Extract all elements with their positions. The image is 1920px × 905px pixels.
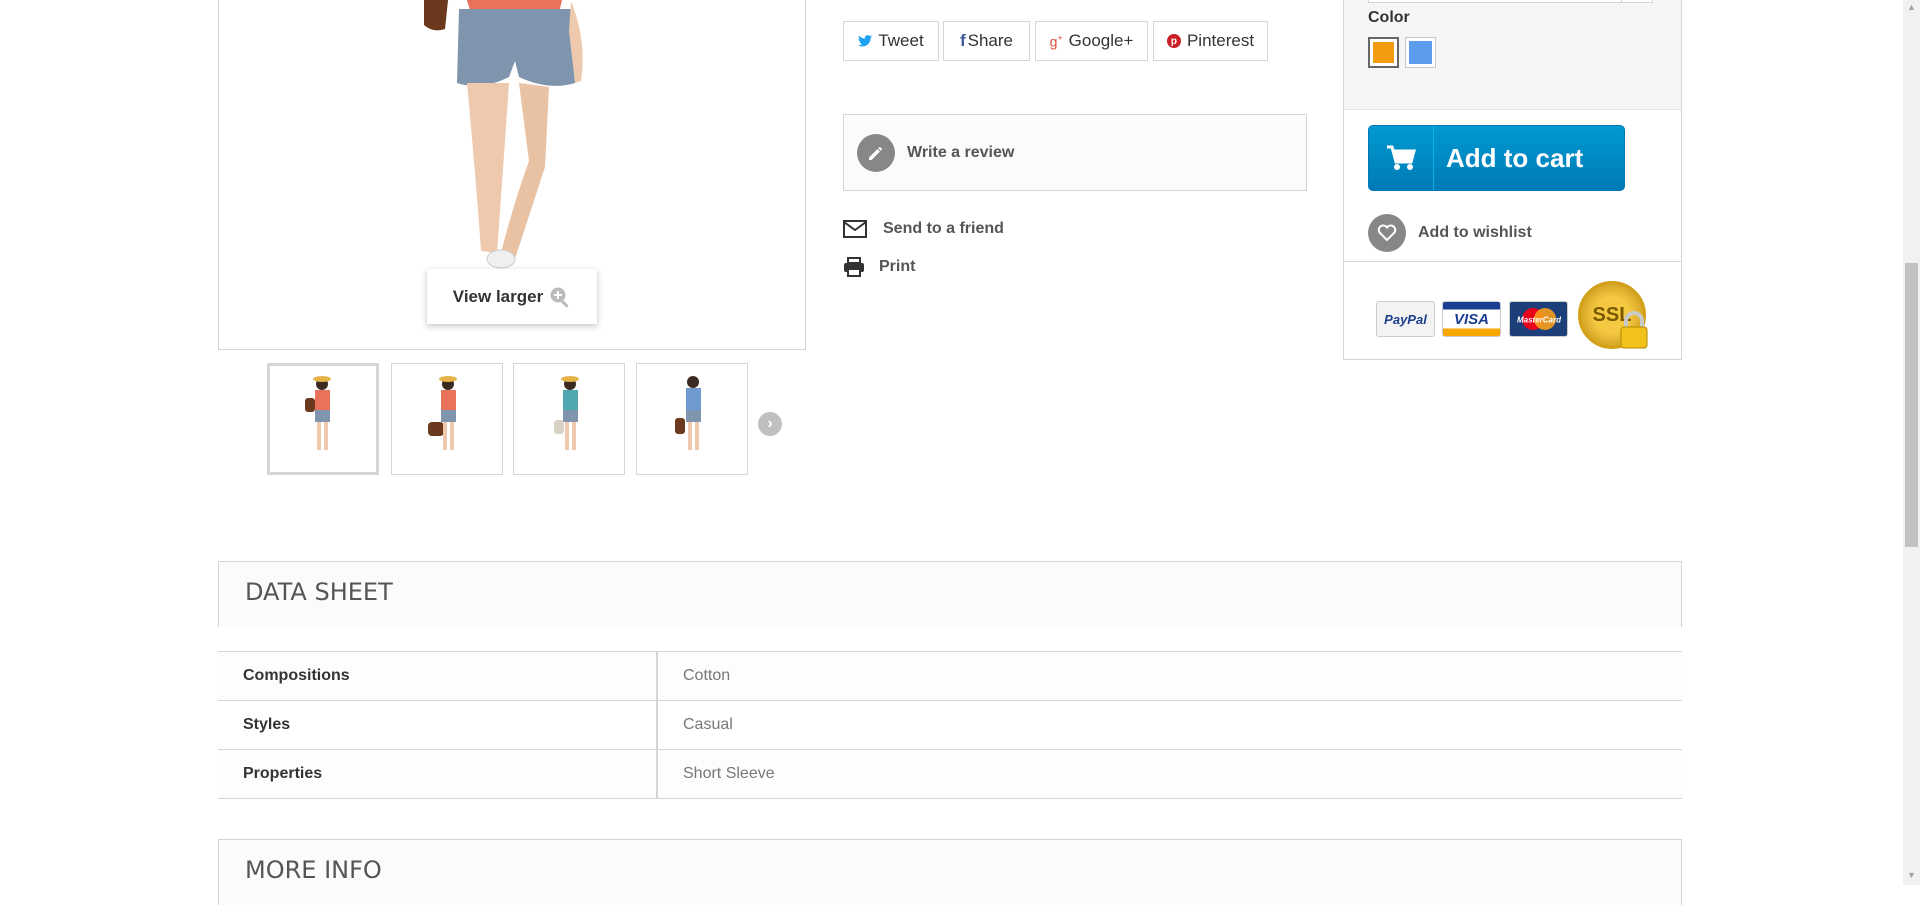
heart-icon [1368,214,1406,252]
lock-icon [1620,311,1648,349]
swatch-fill [1373,42,1394,63]
envelope-icon [843,220,867,238]
mastercard-circles: MasterCard [1516,308,1562,330]
scroll-down-arrow-icon[interactable]: ▼ [1905,870,1918,882]
paypal-logo: PayPal [1376,301,1435,337]
scrollbar-thumb[interactable] [1905,263,1918,547]
send-to-friend-link[interactable]: Send to a friend [843,220,1004,238]
visa-logo: VISA [1442,301,1501,337]
thumbnail-2[interactable] [391,363,503,475]
divider [1344,261,1681,262]
data-sheet-key: Styles [218,700,658,750]
chevron-right-icon: › [767,415,773,432]
print-link[interactable]: Print [843,257,915,277]
pinterest-button[interactable]: p Pinterest [1153,21,1268,61]
pinterest-label: Pinterest [1186,31,1255,50]
color-swatch-blue[interactable] [1405,37,1436,68]
cart-icon [1369,126,1434,190]
thumbnail-image [428,376,457,450]
google-plus-icon: g+ [1049,32,1063,50]
write-review-link[interactable]: Write a review [907,144,1014,162]
tweet-label: Tweet [878,31,924,50]
pencil-icon [857,133,895,172]
table-row: Compositions Cotton [218,651,1682,701]
quantity-select[interactable] [1368,0,1653,3]
data-sheet-value: Cotton [657,651,1682,701]
pinterest-icon: p [1166,34,1181,48]
share-label: Share [967,31,1014,50]
view-larger-label: View larger [452,286,544,306]
add-to-cart-label: Add to cart [1446,142,1584,173]
zoom-in-icon [550,287,569,308]
data-sheet-heading: DATA SHEET [218,561,1682,627]
data-sheet-table: Compositions Cotton Styles Casual Proper… [218,651,1682,799]
printer-icon [844,257,864,277]
facebook-icon: f [959,31,966,50]
paypal-label: PayPal [1384,311,1427,327]
table-row: Styles Casual [218,700,1682,750]
add-to-wishlist-label: Add to wishlist [1418,224,1532,241]
thumbnail-image [554,376,579,450]
visa-label: VISA [1453,310,1489,328]
add-to-wishlist-link[interactable]: Add to wishlist [1368,214,1532,252]
google-plus-button[interactable]: g+ Google+ [1035,21,1148,61]
tweet-button[interactable]: Tweet [843,21,939,61]
thumbnail-1[interactable] [267,363,379,475]
thumbnail-4[interactable] [636,363,748,475]
facebook-share-button[interactable]: f Share [943,21,1030,61]
data-sheet-key: Compositions [218,651,658,701]
data-sheet-key: Properties [218,749,658,799]
send-to-friend-label: Send to a friend [883,220,1004,237]
twitter-icon [858,35,873,47]
more-info-heading: MORE INFO [218,839,1682,905]
add-to-cart-button[interactable]: Add to cart [1368,125,1625,191]
thumbnails-next-button[interactable]: › [758,412,782,436]
print-label: Print [879,258,916,275]
thumbnail-image [675,376,701,450]
swatch-fill [1409,41,1432,64]
table-row: Properties Short Sleeve [218,749,1682,799]
google-plus-label: Google+ [1068,31,1134,50]
mastercard-label: MasterCard [1516,316,1561,325]
data-sheet-value: Casual [657,700,1682,750]
write-review-box[interactable]: Write a review [843,114,1307,191]
thumbnail-image [305,376,331,450]
color-label: Color [1368,9,1410,26]
mastercard-logo: MasterCard [1509,301,1568,337]
color-swatch-orange[interactable] [1368,37,1399,68]
scroll-up-arrow-icon[interactable]: ▲ [1905,2,1918,14]
thumbnail-3[interactable] [513,363,625,475]
view-larger-button[interactable]: View larger [427,269,597,324]
data-sheet-value: Short Sleeve [657,749,1682,799]
